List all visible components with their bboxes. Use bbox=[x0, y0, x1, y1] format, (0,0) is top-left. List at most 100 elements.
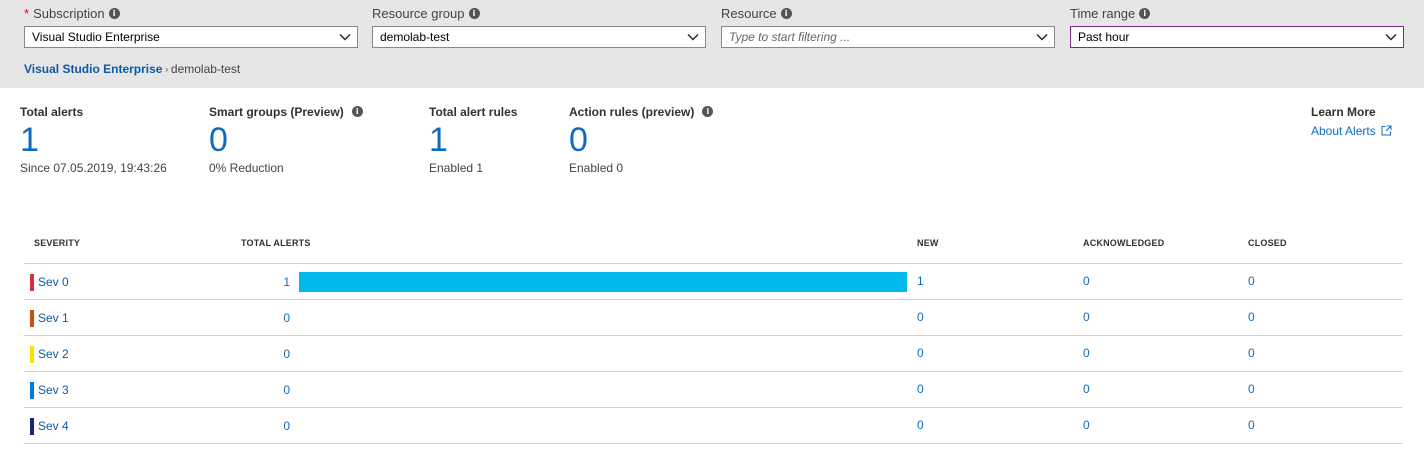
filter-bar: * Subscription i Visual Studio Enterprise … bbox=[0, 0, 1424, 88]
info-icon[interactable]: i bbox=[780, 8, 792, 20]
closed-count[interactable]: 0 bbox=[1248, 417, 1255, 434]
chevron-down-icon bbox=[1385, 34, 1397, 41]
severity-color-bar bbox=[30, 382, 34, 399]
external-link-icon bbox=[1381, 125, 1392, 136]
time-range-label: Time range i bbox=[1070, 6, 1404, 22]
subscription-dropdown[interactable]: Visual Studio Enterprise bbox=[24, 26, 358, 48]
table-header: SEVERITY TOTAL ALERTS NEW ACKNOWLEDGED C… bbox=[24, 226, 1402, 264]
total-alerts-tile[interactable]: Total alerts 1 Since 07.05.2019, 19:43:2… bbox=[20, 104, 167, 176]
new-count[interactable]: 0 bbox=[917, 345, 924, 362]
table-body: Sev 0 1 1 0 0 Sev 1 0 0 0 0 Sev 2 0 0 0 0 Sev 3 0 0 0 0 Sev … bbox=[24, 264, 1402, 444]
tile-title: Smart groups (Preview) bbox=[209, 105, 344, 119]
acknowledged-count[interactable]: 0 bbox=[1083, 273, 1090, 290]
resource-group-label: Resource group i bbox=[372, 6, 706, 22]
breadcrumb-separator-icon: › bbox=[164, 63, 169, 76]
severity-color-bar bbox=[30, 418, 34, 435]
new-column-header[interactable]: NEW bbox=[917, 238, 939, 248]
acknowledged-column-header[interactable]: ACKNOWLEDGED bbox=[1083, 238, 1164, 248]
chevron-down-icon bbox=[687, 34, 699, 41]
subscription-filter: * Subscription i Visual Studio Enterprise bbox=[24, 6, 358, 48]
total-alerts-count[interactable]: 0 bbox=[260, 310, 290, 327]
about-alerts-link[interactable]: About Alerts bbox=[1311, 120, 1392, 142]
tile-title: Action rules (preview) bbox=[569, 105, 695, 119]
tile-title-row: Smart groups (Preview) i bbox=[209, 104, 363, 120]
time-range-filter: Time range i Past hour bbox=[1070, 6, 1404, 48]
info-icon[interactable]: i bbox=[351, 106, 363, 118]
severity-color-bar bbox=[30, 274, 34, 291]
chevron-down-icon bbox=[339, 34, 351, 41]
severity-table: SEVERITY TOTAL ALERTS NEW ACKNOWLEDGED C… bbox=[24, 226, 1402, 444]
total-alerts-bar[interactable] bbox=[299, 272, 907, 292]
table-row[interactable]: Sev 3 0 0 0 0 bbox=[24, 372, 1402, 408]
total-alerts-count[interactable]: 0 bbox=[260, 418, 290, 435]
resource-label: Resource i bbox=[721, 6, 1055, 22]
severity-link[interactable]: Sev 0 bbox=[38, 274, 69, 291]
table-row[interactable]: Sev 0 1 1 0 0 bbox=[24, 264, 1402, 300]
time-range-value: Past hour bbox=[1078, 30, 1130, 44]
total-alerts-count[interactable]: 0 bbox=[260, 346, 290, 363]
tile-title: Total alerts bbox=[20, 105, 84, 119]
resource-group-value: demolab-test bbox=[380, 30, 450, 44]
total-alerts-count[interactable]: 0 bbox=[260, 382, 290, 399]
severity-column-header[interactable]: SEVERITY bbox=[34, 238, 80, 248]
closed-column-header[interactable]: CLOSED bbox=[1248, 238, 1287, 248]
time-range-label-text: Time range bbox=[1070, 6, 1136, 21]
breadcrumb-current: demolab-test bbox=[170, 62, 241, 76]
resource-label-text: Resource bbox=[721, 6, 777, 21]
subscription-value: Visual Studio Enterprise bbox=[32, 30, 160, 44]
learn-more: Learn More About Alerts bbox=[1311, 104, 1392, 142]
required-marker: * bbox=[24, 6, 30, 21]
subscription-label: * Subscription i bbox=[24, 6, 358, 22]
resource-dropdown[interactable]: Type to start filtering ... bbox=[721, 26, 1055, 48]
new-count[interactable]: 0 bbox=[917, 417, 924, 434]
info-icon[interactable]: i bbox=[468, 8, 480, 20]
severity-color-bar bbox=[30, 346, 34, 363]
resource-placeholder: Type to start filtering ... bbox=[729, 30, 851, 44]
total-alert-rules-tile[interactable]: Total alert rules 1 Enabled 1 bbox=[429, 104, 517, 176]
tile-subtitle: 0% Reduction bbox=[209, 161, 284, 175]
closed-count[interactable]: 0 bbox=[1248, 381, 1255, 398]
acknowledged-count[interactable]: 0 bbox=[1083, 345, 1090, 362]
table-row[interactable]: Sev 4 0 0 0 0 bbox=[24, 408, 1402, 444]
smart-groups-tile[interactable]: Smart groups (Preview) i 0 0% Reduction bbox=[209, 104, 363, 176]
closed-count[interactable]: 0 bbox=[1248, 309, 1255, 326]
action-rules-tile[interactable]: Action rules (preview) i 0 Enabled 0 bbox=[569, 104, 714, 176]
table-row[interactable]: Sev 1 0 0 0 0 bbox=[24, 300, 1402, 336]
closed-count[interactable]: 0 bbox=[1248, 273, 1255, 290]
info-icon[interactable]: i bbox=[702, 106, 714, 118]
tile-value: 1 bbox=[429, 121, 448, 159]
breadcrumb: Visual Studio Enterprise › demolab-test bbox=[24, 62, 240, 76]
acknowledged-count[interactable]: 0 bbox=[1083, 417, 1090, 434]
time-range-dropdown[interactable]: Past hour bbox=[1070, 26, 1404, 48]
acknowledged-count[interactable]: 0 bbox=[1083, 381, 1090, 398]
new-count[interactable]: 1 bbox=[917, 273, 924, 290]
severity-link[interactable]: Sev 1 bbox=[38, 310, 69, 327]
tile-value: 0 bbox=[209, 121, 228, 159]
learn-more-title: Learn More bbox=[1311, 105, 1376, 119]
info-icon[interactable]: i bbox=[1139, 8, 1151, 20]
breadcrumb-subscription-link[interactable]: Visual Studio Enterprise bbox=[24, 62, 162, 76]
severity-link[interactable]: Sev 4 bbox=[38, 418, 69, 435]
tile-title-row: Action rules (preview) i bbox=[569, 104, 714, 120]
chevron-down-icon bbox=[1036, 34, 1048, 41]
new-count[interactable]: 0 bbox=[917, 309, 924, 326]
severity-color-bar bbox=[30, 310, 34, 327]
info-icon[interactable]: i bbox=[108, 8, 120, 20]
resource-group-label-text: Resource group bbox=[372, 6, 465, 21]
tile-subtitle: Enabled 0 bbox=[569, 161, 624, 175]
table-row[interactable]: Sev 2 0 0 0 0 bbox=[24, 336, 1402, 372]
closed-count[interactable]: 0 bbox=[1248, 345, 1255, 362]
resource-group-dropdown[interactable]: demolab-test bbox=[372, 26, 706, 48]
tile-title: Total alert rules bbox=[429, 105, 518, 119]
tile-value: 1 bbox=[20, 121, 39, 159]
tile-subtitle: Enabled 1 bbox=[429, 161, 484, 175]
total-alerts-column-header[interactable]: TOTAL ALERTS bbox=[241, 238, 311, 248]
new-count[interactable]: 0 bbox=[917, 381, 924, 398]
tile-subtitle: Since 07.05.2019, 19:43:26 bbox=[20, 161, 167, 175]
severity-link[interactable]: Sev 2 bbox=[38, 346, 69, 363]
total-alerts-count[interactable]: 1 bbox=[260, 274, 290, 291]
about-alerts-link-text: About Alerts bbox=[1311, 124, 1376, 138]
acknowledged-count[interactable]: 0 bbox=[1083, 309, 1090, 326]
resource-group-filter: Resource group i demolab-test bbox=[372, 6, 706, 48]
severity-link[interactable]: Sev 3 bbox=[38, 382, 69, 399]
